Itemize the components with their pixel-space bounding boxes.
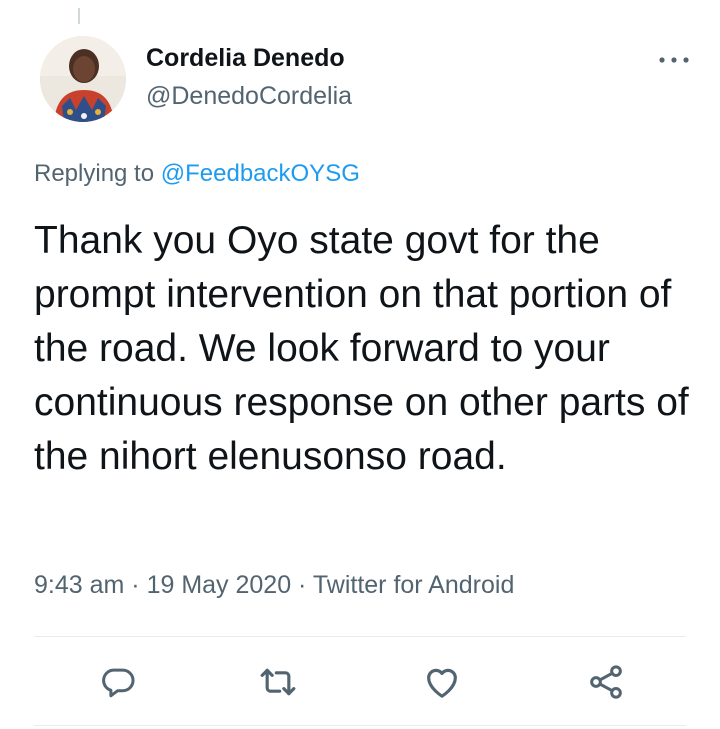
like-button[interactable] [420,660,464,704]
tweet-actions [0,660,720,708]
tweet-source[interactable]: Twitter for Android [313,571,514,599]
retweet-button[interactable] [256,660,300,704]
tweet-time[interactable]: 9:43 am [34,571,124,599]
tweet-text: Thank you Oyo state govt for the prompt … [34,219,689,478]
reply-bubble-icon [102,668,135,698]
tweet-meta: 9:43 am · 19 May 2020 · Twitter for Andr… [34,568,514,602]
share-icon [590,665,622,699]
replying-to-label: Replying to [34,160,155,187]
tweet-author[interactable]: Cordelia Denedo @DenedoCordelia [146,42,352,112]
retweet-icon [260,668,296,696]
meta-separator: · [124,571,147,599]
thread-connector-line [78,8,80,24]
avatar[interactable] [40,36,126,122]
author-handle[interactable]: @DenedoCordelia [146,80,352,112]
divider [34,636,686,637]
replying-to: Replying to @FeedbackOYSG [34,158,360,190]
avatar-image [40,36,126,122]
meta-separator: · [291,571,313,599]
tweet-date[interactable]: 19 May 2020 [147,571,292,599]
more-dots-icon[interactable] [656,50,692,70]
replying-to-mention-link[interactable]: @FeedbackOYSG [161,160,360,187]
share-button[interactable] [584,660,628,704]
heart-icon [427,668,457,698]
author-display-name[interactable]: Cordelia Denedo [146,42,352,74]
reply-button[interactable] [96,660,140,704]
divider [34,725,686,726]
